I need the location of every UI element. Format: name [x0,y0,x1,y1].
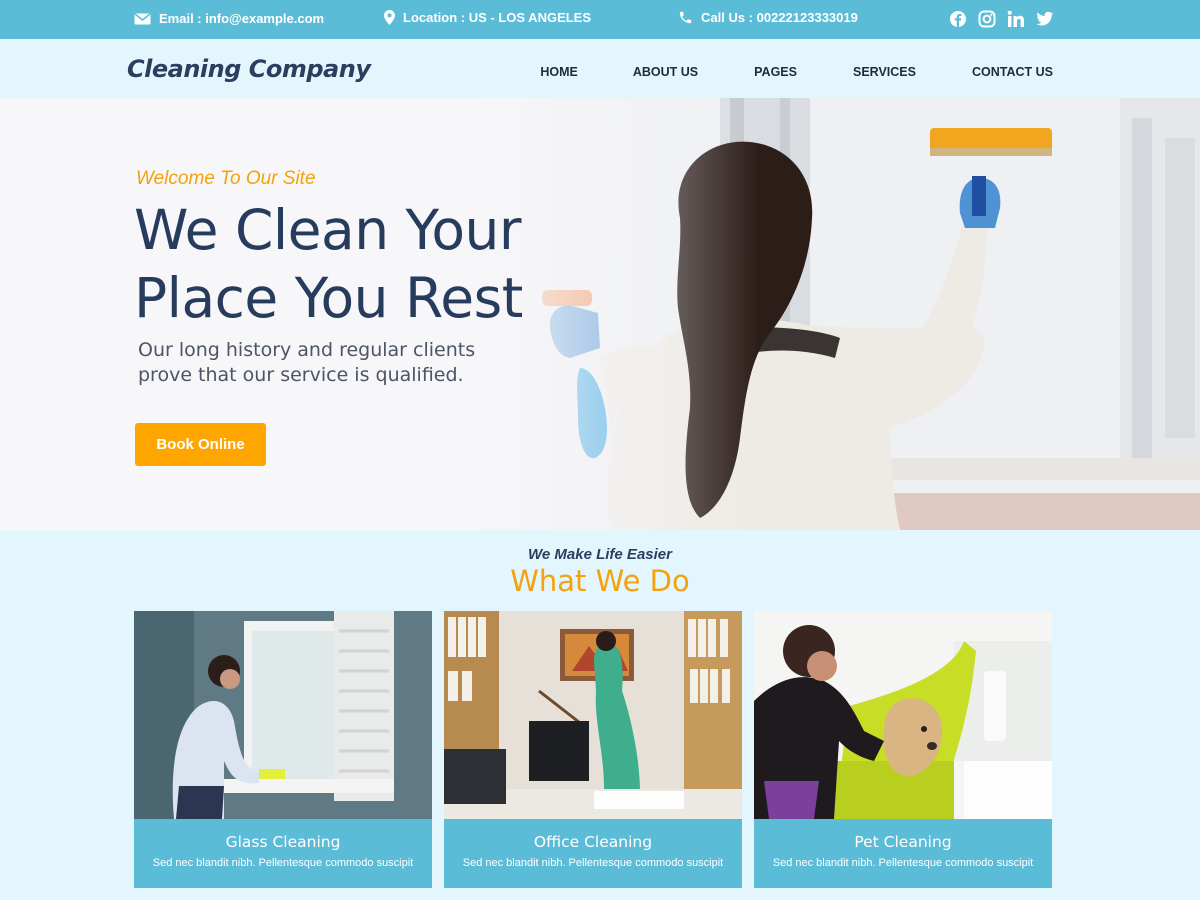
location-text: Location : US - LOS ANGELES [403,10,592,25]
nav-about-us[interactable]: ABOUT US [633,65,698,79]
service-desc-pet: Sed nec blandit nibh. Pellentesque commo… [772,857,1034,869]
nav-home[interactable]: HOME [540,65,578,79]
service-card-glass[interactable]: Glass Cleaning Sed nec blandit nibh. Pel… [134,611,432,888]
hero-title: We Clean Your Place You Rest [134,196,614,332]
service-title-glass: Glass Cleaning [225,833,341,851]
service-image-pet [754,611,1052,819]
service-card-office[interactable]: Office Cleaning Sed nec blandit nibh. Pe… [444,611,742,888]
location-info: Location : US - LOS ANGELES [384,10,591,25]
service-caption-office: Office Cleaning Sed nec blandit nibh. Pe… [444,819,742,888]
service-image-office [444,611,742,819]
service-title-pet: Pet Cleaning [854,833,952,851]
hero-welcome: Welcome To Our Site [136,168,316,189]
social-links [949,10,1054,28]
service-card-pet[interactable]: Pet Cleaning Sed nec blandit nibh. Pelle… [754,611,1052,888]
book-online-button[interactable]: Book Online [135,423,266,466]
service-caption-glass: Glass Cleaning Sed nec blandit nibh. Pel… [134,819,432,888]
nav-contact-us[interactable]: CONTACT US [972,65,1053,79]
service-caption-pet: Pet Cleaning Sed nec blandit nibh. Pelle… [754,819,1052,888]
main-nav: HOME ABOUT US PAGES SERVICES CONTACT US [540,65,1053,79]
nav-services[interactable]: SERVICES [853,65,916,79]
hero-title-line-1: We Clean Your [134,198,521,262]
twitter-icon[interactable] [1036,10,1054,28]
phone-text: Call Us : 00222123333019 [701,10,858,25]
phone-info[interactable]: Call Us : 00222123333019 [678,10,858,25]
envelope-icon [134,12,151,25]
services-tagline: We Make Life Easier [528,546,672,563]
service-title-office: Office Cleaning [533,833,653,851]
nav-pages[interactable]: PAGES [754,65,797,79]
site-logo[interactable]: Cleaning Company [127,55,371,83]
facebook-icon[interactable] [949,10,967,28]
service-desc-glass: Sed nec blandit nibh. Pellentesque commo… [152,857,414,869]
services-title: What We Do [510,564,690,598]
hero-title-line-2: Place You Rest [134,266,523,330]
email-info[interactable]: Email : info@example.com [134,11,324,26]
instagram-icon[interactable] [978,10,996,28]
hero-subtitle-line-1: Our long history and regular clients [138,339,476,361]
map-pin-icon [384,10,395,25]
site-header: Cleaning Company HOME ABOUT US PAGES SER… [0,39,1200,98]
phone-icon [678,10,693,25]
service-desc-office: Sed nec blandit nibh. Pellentesque commo… [462,857,724,869]
linkedin-icon[interactable] [1007,10,1025,28]
email-text: Email : info@example.com [159,11,325,26]
hero-subtitle-line-2: prove that our service is qualified. [138,364,464,386]
hero-section: Welcome To Our Site We Clean Your Place … [0,98,1200,530]
hero-subtitle: Our long history and regular clients pro… [138,338,538,388]
service-image-glass [134,611,432,819]
top-info-bar: Email : info@example.com Location : US -… [0,0,1200,39]
